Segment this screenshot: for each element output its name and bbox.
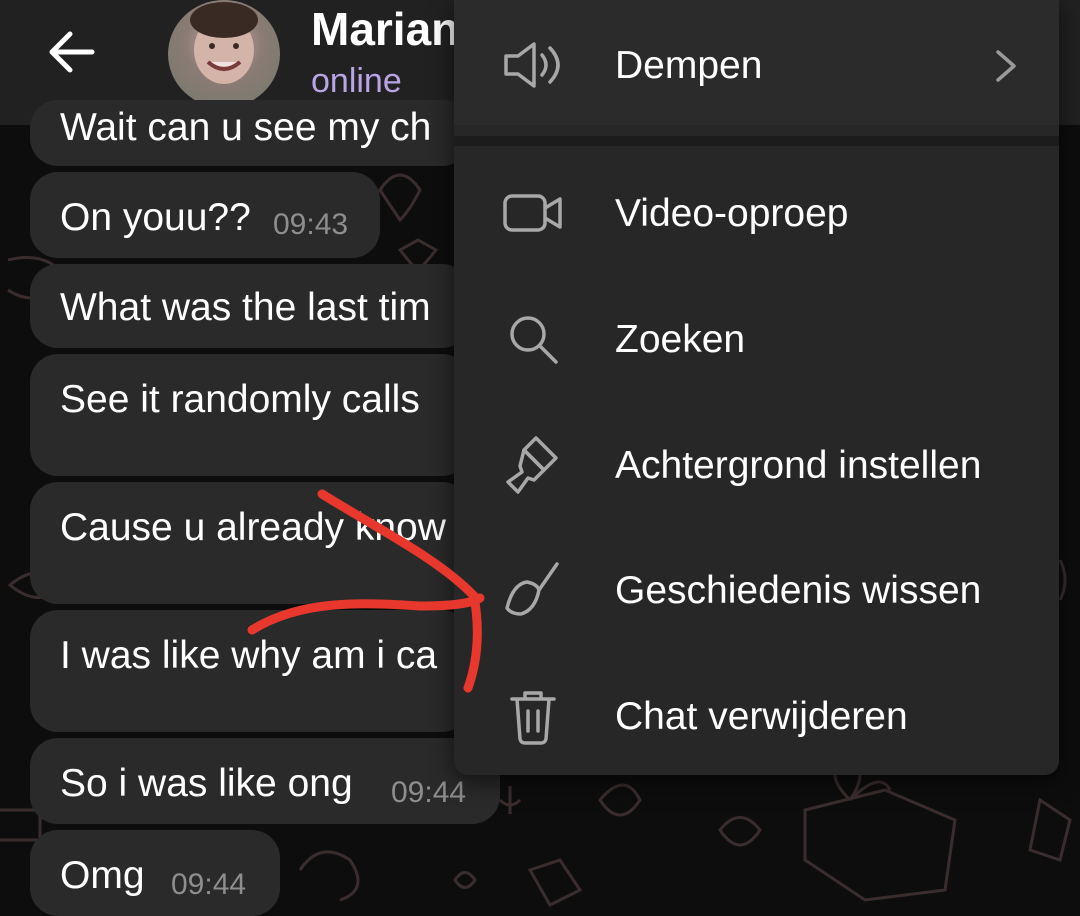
- menu-item-label: Chat verwijderen: [615, 695, 908, 738]
- message-text: I was like why am i ca: [60, 634, 438, 677]
- trash-icon: [498, 681, 568, 751]
- menu-item-label: Geschiedenis wissen: [615, 569, 982, 612]
- back-button[interactable]: [40, 24, 104, 80]
- menu-item-video-oproep[interactable]: Video-oproep: [454, 156, 1059, 266]
- search-icon: [498, 304, 568, 374]
- menu-item-label: Zoeken: [615, 318, 746, 361]
- message-time: 09:44: [171, 868, 247, 901]
- message-bubble[interactable]: I was like why am i ca: [30, 610, 470, 732]
- menu-item-chat-verwijderen[interactable]: Chat verwijderen: [454, 659, 1059, 769]
- contact-status: online: [311, 62, 402, 100]
- menu-item-geschiedenis-wissen[interactable]: Geschiedenis wissen: [454, 533, 1059, 643]
- menu-item-zoeken[interactable]: Zoeken: [454, 282, 1059, 392]
- chevron-right-icon: [996, 50, 1016, 82]
- message-bubble[interactable]: See it randomly calls: [30, 354, 470, 476]
- avatar[interactable]: [168, 0, 280, 108]
- speaker-icon: [498, 30, 568, 100]
- message-text: Wait can u see my ch: [60, 106, 432, 149]
- broom-icon: [498, 555, 568, 625]
- message-text: Omg: [60, 854, 145, 897]
- message-bubble[interactable]: On youu?? 09:43: [30, 172, 380, 258]
- message-bubble[interactable]: Omg 09:44: [30, 830, 280, 916]
- menu-item-dempen[interactable]: Dempen: [454, 8, 1059, 118]
- chat-options-menu: Dempen Video-oproep Zoeken Achtergrond i…: [454, 0, 1059, 775]
- message-bubble[interactable]: Cause u already know: [30, 482, 470, 604]
- menu-item-achtergrond-instellen[interactable]: Achtergrond instellen: [454, 408, 1059, 518]
- menu-item-label: Achtergrond instellen: [615, 444, 982, 487]
- menu-divider: [454, 136, 1059, 146]
- message-bubble[interactable]: Wait can u see my ch: [30, 100, 470, 166]
- message-text: See it randomly calls: [60, 378, 420, 421]
- message-bubble[interactable]: So i was like ong 09:44: [30, 738, 500, 824]
- video-camera-icon: [498, 178, 568, 248]
- message-time: 09:43: [273, 208, 349, 241]
- arrow-left-icon: [49, 31, 95, 73]
- menu-item-label: Video-oproep: [615, 192, 849, 235]
- menu-item-label: Dempen: [615, 44, 763, 87]
- message-text: What was the last tim: [60, 286, 431, 329]
- message-bubble[interactable]: What was the last tim: [30, 264, 470, 348]
- paint-brush-icon: [498, 430, 568, 500]
- contact-name[interactable]: Marian: [311, 2, 459, 56]
- message-text: Cause u already know: [60, 506, 446, 549]
- message-text: On youu??: [60, 196, 251, 239]
- message-text: So i was like ong: [60, 762, 353, 805]
- message-time: 09:44: [391, 776, 467, 809]
